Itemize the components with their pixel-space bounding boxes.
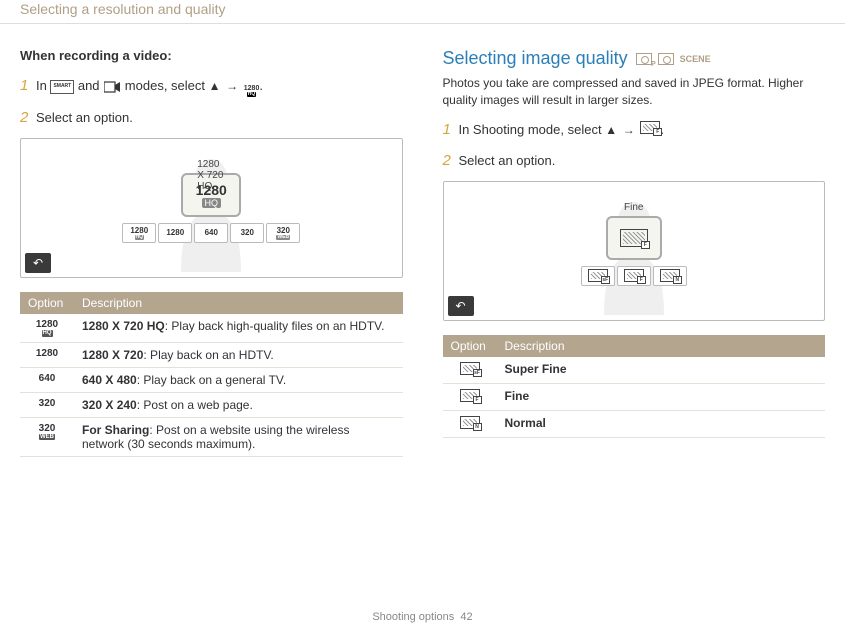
quality-icon — [640, 121, 660, 134]
option-description: 1280 X 720 HQ: Play back high-quality fi… — [74, 314, 403, 342]
option-icon-1280hq: 1280HQ — [20, 314, 74, 342]
step1-text-b: and — [78, 78, 100, 93]
table-row: 1280HQ 1280 X 720 HQ: Play back high-qua… — [20, 314, 403, 342]
table-row: Normal — [443, 410, 826, 437]
applicable-modes: SCENE — [636, 53, 711, 65]
preview-inner: Fine — [452, 190, 817, 312]
step2-text: Select an option. — [36, 110, 133, 125]
preview-inner: 1280 X 720 HQ 1280 HQ 1280HQ 1280 640 32… — [29, 147, 394, 269]
heading-text: Selecting image quality — [443, 48, 628, 69]
page-footer: Shooting options 42 — [0, 611, 845, 623]
option-icon-320web: 320WEB — [20, 417, 74, 456]
arrow-icon: → — [224, 79, 240, 93]
option-description: 640 X 480: Play back on a general TV. — [74, 367, 403, 392]
video-resolution-preview: 1280 X 720 HQ 1280 HQ 1280HQ 1280 640 32… — [20, 138, 403, 278]
image-quality-table: Option Description Super Fine Fine Norma… — [443, 335, 826, 438]
right-column: Selecting image quality SCENE Photos you… — [443, 48, 826, 457]
quality-fine-icon — [620, 229, 648, 247]
option-icon-640: 640 — [20, 367, 74, 392]
option-description: 1280 X 720: Play back on an HDTV. — [74, 342, 403, 367]
table-row: Super Fine — [443, 357, 826, 384]
right-heading: Selecting image quality SCENE — [443, 48, 826, 69]
resolution-chip[interactable]: 640 — [194, 223, 228, 243]
right-intro: Photos you take are compressed and saved… — [443, 75, 826, 109]
step1-text-a: In — [36, 78, 47, 93]
up-icon: ▲ — [209, 79, 221, 93]
step1-text-c: modes, select — [125, 78, 205, 93]
table-row: 320 320 X 240: Post on a web page. — [20, 392, 403, 417]
option-description: Super Fine — [497, 357, 826, 384]
page-title: Selecting a resolution and quality — [20, 0, 825, 18]
resolution-chip-row: 1280HQ 1280 640 320 320WEB — [122, 223, 300, 243]
smart-mode-icon: SMART — [50, 80, 74, 94]
right-step-1: 1 In Shooting mode, select ▲ → . — [443, 119, 826, 140]
table-row: 1280 1280 X 720: Play back on an HDTV. — [20, 342, 403, 367]
left-step-1: 1 In SMART and modes, select ▲ → 1280HQ. — [20, 75, 403, 97]
option-description: Fine — [497, 383, 826, 410]
left-subheading: When recording a video: — [20, 48, 403, 63]
table-header-option: Option — [443, 335, 497, 357]
resolution-chip-selected[interactable]: 1280 X 720 HQ 1280 HQ — [181, 173, 241, 217]
table-header-description: Description — [497, 335, 826, 357]
scene-mode-icon: SCENE — [680, 54, 711, 64]
table-header-option: Option — [20, 292, 74, 314]
resolution-chip[interactable]: 1280 — [158, 223, 192, 243]
step-number: 1 — [443, 121, 451, 138]
step-number: 2 — [443, 152, 451, 169]
resolution-chip[interactable]: 320 — [230, 223, 264, 243]
option-icon-1280: 1280 — [20, 342, 74, 367]
quality-chip[interactable] — [653, 266, 687, 286]
content-columns: When recording a video: 1 In SMART and m… — [0, 24, 845, 457]
up-icon: ▲ — [605, 123, 617, 137]
page-header: Selecting a resolution and quality — [0, 0, 845, 24]
quality-chip-selected[interactable]: Fine — [606, 216, 662, 260]
quality-tooltip: Fine — [624, 202, 643, 213]
arrow-icon: → — [621, 123, 637, 137]
image-quality-preview: Fine ↶ — [443, 181, 826, 321]
left-step-2: 2 Select an option. — [20, 107, 403, 128]
fine-icon — [624, 269, 644, 282]
footer-page: 42 — [460, 611, 472, 623]
chip-sublabel: HQ — [202, 198, 222, 208]
step-number: 2 — [20, 109, 28, 126]
quality-chip-row — [581, 266, 687, 286]
resolution-chip[interactable]: 320WEB — [266, 223, 300, 243]
step-number: 1 — [20, 77, 28, 94]
video-resolution-table: Option Description 1280HQ 1280 X 720 HQ:… — [20, 292, 403, 457]
option-icon-fine — [443, 383, 497, 410]
table-row: 640 640 X 480: Play back on a general TV… — [20, 367, 403, 392]
step2-text: Select an option. — [458, 153, 555, 168]
superfine-icon — [588, 269, 608, 282]
video-mode-icon — [103, 80, 121, 94]
resolution-tooltip: 1280 X 720 HQ — [197, 159, 225, 192]
normal-icon — [660, 269, 680, 282]
resolution-1280hq-icon: 1280HQ — [244, 85, 260, 97]
camera-icon — [658, 53, 674, 65]
back-button[interactable]: ↶ — [448, 296, 474, 316]
option-icon-superfine — [443, 357, 497, 384]
left-column: When recording a video: 1 In SMART and m… — [20, 48, 403, 457]
option-icon-320: 320 — [20, 392, 74, 417]
resolution-chip[interactable]: 1280HQ — [122, 223, 156, 243]
option-description: For Sharing: Post on a website using the… — [74, 417, 403, 456]
right-step-2: 2 Select an option. — [443, 150, 826, 171]
option-icon-normal — [443, 410, 497, 437]
table-header-description: Description — [74, 292, 403, 314]
back-button[interactable]: ↶ — [25, 253, 51, 273]
quality-chip[interactable] — [581, 266, 615, 286]
step1-text: In Shooting mode, select — [458, 122, 601, 137]
camera-p-icon — [636, 53, 652, 65]
option-description: 320 X 240: Post on a web page. — [74, 392, 403, 417]
option-description: Normal — [497, 410, 826, 437]
footer-section: Shooting options — [372, 611, 454, 623]
table-row: 320WEB For Sharing: Post on a website us… — [20, 417, 403, 456]
quality-chip[interactable] — [617, 266, 651, 286]
table-row: Fine — [443, 383, 826, 410]
